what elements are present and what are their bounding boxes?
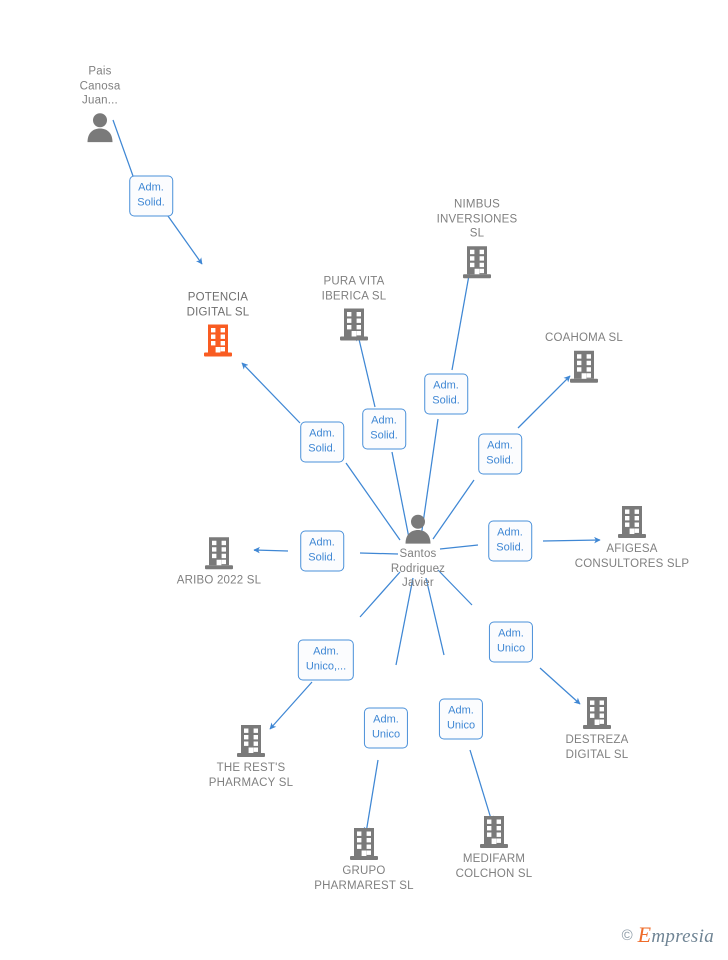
edge-label-e-santos-grupo[interactable]: Adm. Unico <box>363 707 409 749</box>
edge-label-e-santos-therests[interactable]: Adm. Unico,... <box>297 639 355 681</box>
node-label-aribo-2022: ARIBO 2022 SL <box>176 574 262 587</box>
copyright-symbol: © <box>621 926 633 944</box>
edge-label-e-santos-afigesa[interactable]: Adm. Solid. <box>488 520 532 562</box>
graph-node-coahoma[interactable]: COAHOMA SL <box>499 331 669 384</box>
edge-line-out-e-santos-therests <box>269 681 313 730</box>
brand-name: Empresia <box>638 922 714 948</box>
relationship-graph-canvas: Pais Canosa Juan... POTENCIA DIGITAL SL PU… <box>0 0 728 960</box>
edge-label-e-pais-potencia[interactable]: Adm. Solid. <box>129 175 173 217</box>
graph-node-santos-rodriguez[interactable]: Santos Rodriguez Javier <box>333 514 503 591</box>
graph-node-nimbus-inversiones[interactable]: NIMBUS INVERSIONES SL <box>392 197 562 279</box>
node-label-grupo-pharmarest: GRUPO PHARMAREST SL <box>314 865 414 892</box>
edge-line-out-e-pais-potencia <box>167 215 203 265</box>
graph-node-medifarm-colchon[interactable]: MEDIFARM COLCHON SL <box>409 815 579 881</box>
company-building-icon <box>569 349 599 383</box>
edge-label-e-santos-puravita[interactable]: Adm. Solid. <box>362 408 406 450</box>
node-label-the-rests-pharmacy: THE REST'S PHARMACY SL <box>208 762 294 789</box>
edge-label-e-santos-aribo[interactable]: Adm. Solid. <box>300 530 344 572</box>
company-building-icon <box>479 815 509 849</box>
graph-node-pais-canosa[interactable]: Pais Canosa Juan... <box>15 64 185 142</box>
node-label-santos-rodriguez: Santos Rodriguez Javier <box>390 547 446 589</box>
empresia-watermark: © Empresia <box>622 922 714 948</box>
company-building-icon <box>203 324 233 358</box>
edge-line-out-e-santos-nimbus <box>451 263 474 371</box>
edge-label-e-santos-coahoma[interactable]: Adm. Solid. <box>478 433 522 475</box>
graph-node-the-rests-pharmacy[interactable]: THE REST'S PHARMACY SL <box>166 724 336 790</box>
edge-label-e-santos-medifarm[interactable]: Adm. Unico <box>438 698 484 740</box>
node-label-medifarm-colchon: MEDIFARM COLCHON SL <box>455 853 533 880</box>
edge-label-e-santos-destreza[interactable]: Adm. Unico <box>488 621 534 663</box>
graph-node-aribo-2022[interactable]: ARIBO 2022 SL <box>134 536 304 588</box>
edge-label-e-santos-potencia[interactable]: Adm. Solid. <box>300 421 344 463</box>
brand-initial: E <box>637 922 652 947</box>
edge-line-out-e-santos-grupo <box>363 759 379 834</box>
company-building-icon <box>349 827 379 861</box>
graph-node-pura-vita-iberica[interactable]: PURA VITA IBERICA SL <box>269 275 439 342</box>
company-building-icon <box>462 245 492 279</box>
edge-label-e-santos-nimbus[interactable]: Adm. Solid. <box>424 373 468 415</box>
edge-line-out-e-santos-medifarm <box>469 749 494 823</box>
company-building-icon <box>339 308 369 342</box>
person-icon <box>86 112 114 142</box>
company-building-icon <box>204 536 234 570</box>
brand-rest: mpresia <box>651 926 714 947</box>
node-label-afigesa-consultores: AFIGESA CONSULTORES SLP <box>574 543 690 570</box>
node-label-nimbus-inversiones: NIMBUS INVERSIONES SL <box>436 198 518 240</box>
graph-node-destreza-digital[interactable]: DESTREZA DIGITAL SL <box>512 696 682 762</box>
node-label-coahoma: COAHOMA SL <box>544 331 624 344</box>
edge-line-out-e-santos-potencia <box>241 362 301 424</box>
node-label-pura-vita-iberica: PURA VITA IBERICA SL <box>321 275 387 303</box>
edge-line-in-e-santos-grupo <box>395 577 414 666</box>
graph-edges-layer <box>112 119 601 834</box>
node-label-potencia-digital: POTENCIA DIGITAL SL <box>186 291 250 319</box>
company-building-icon <box>236 724 266 758</box>
company-building-icon <box>617 505 647 539</box>
edge-line-out-e-santos-puravita <box>356 334 376 408</box>
company-building-icon <box>582 696 612 730</box>
node-label-pais-canosa: Pais Canosa Juan... <box>79 65 121 107</box>
edge-line-out-e-santos-coahoma <box>517 375 571 429</box>
node-label-destreza-digital: DESTREZA DIGITAL SL <box>565 734 629 761</box>
graph-node-afigesa-consultores[interactable]: AFIGESA CONSULTORES SLP <box>547 505 717 571</box>
person-icon <box>404 514 432 544</box>
